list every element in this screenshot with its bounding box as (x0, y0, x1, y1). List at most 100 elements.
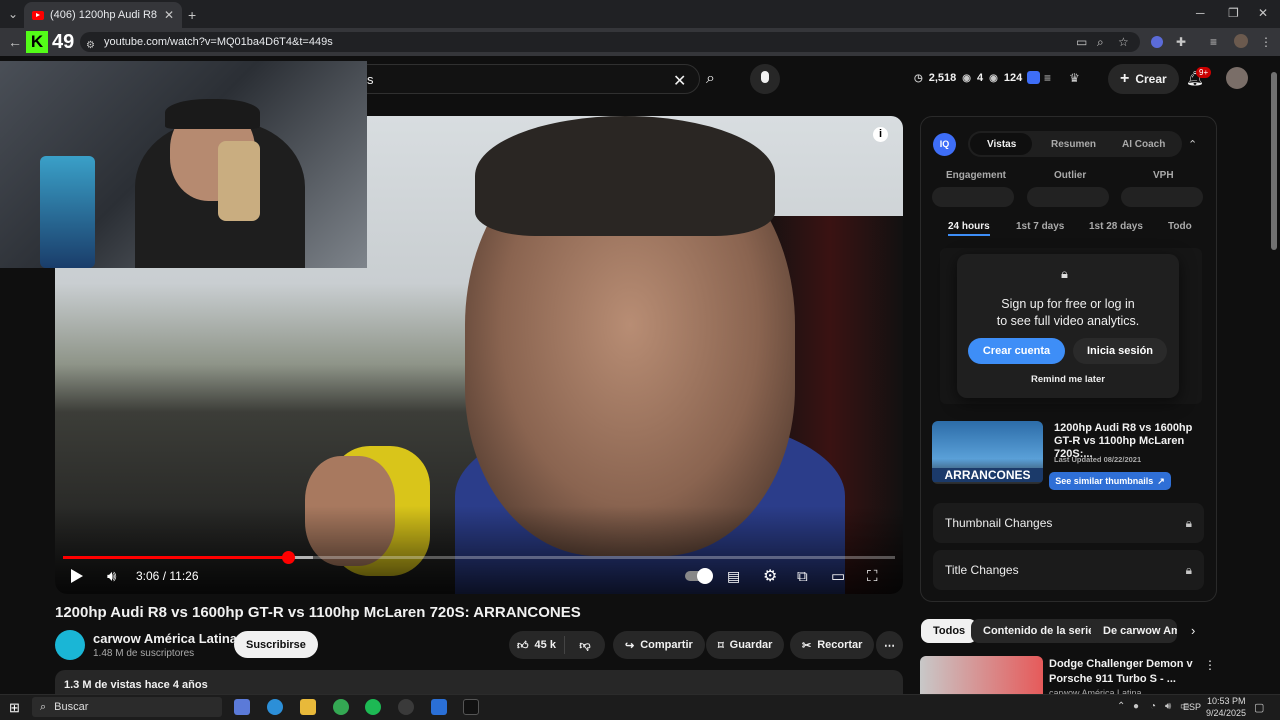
bookmark-star-icon[interactable]: ☆ (1118, 35, 1129, 49)
windows-start-icon[interactable]: ⊞ (9, 700, 20, 716)
new-tab-icon[interactable]: + (188, 7, 196, 23)
range-7d[interactable]: 1st 7 days (1016, 221, 1064, 232)
zoom-icon[interactable]: ⌕ (1097, 35, 1104, 50)
list-icon[interactable]: ≡ (1044, 71, 1051, 85)
more-actions-button[interactable]: ⋯ (876, 631, 903, 659)
kick-logo: K (26, 31, 48, 53)
account-avatar[interactable] (1226, 67, 1248, 89)
range-28d[interactable]: 1st 28 days (1089, 221, 1143, 232)
tray-mic-icon[interactable]: ● (1133, 701, 1139, 712)
info-icon[interactable]: i (873, 127, 888, 142)
theater-button[interactable]: ▭ (831, 564, 845, 588)
media-icon[interactable]: ≡ (1210, 35, 1217, 49)
tray-chevron-icon[interactable]: ⌃ (1117, 701, 1125, 712)
search-icon[interactable]: ⌕ (706, 70, 715, 88)
explorer-icon[interactable] (300, 699, 316, 715)
obs-icon[interactable] (398, 699, 414, 715)
close-tab-icon[interactable]: ✕ (164, 8, 174, 22)
app-icon[interactable] (431, 699, 447, 715)
share-button[interactable]: ↪ Compartir (613, 631, 705, 659)
taskbar-search[interactable]: ⌕ Buscar (32, 697, 222, 717)
remind-later-link[interactable]: Remind me later (957, 374, 1179, 385)
tab-vistas[interactable]: Vistas (987, 139, 1016, 150)
tab-ai-coach[interactable]: AI Coach (1122, 139, 1165, 150)
external-link-icon: ↗ (1157, 475, 1165, 486)
profile-avatar[interactable] (1234, 34, 1248, 48)
volume-button[interactable]: 🔊︎ (107, 564, 116, 588)
close-window-icon[interactable]: ✕ (1258, 6, 1268, 20)
lock-icon: 🔒︎ (1185, 562, 1192, 577)
subscribe-button[interactable]: Suscribirse (234, 631, 318, 658)
notification-center-icon[interactable]: ▢ (1254, 701, 1264, 714)
chrome-icon[interactable] (333, 699, 349, 715)
cod-icon[interactable] (463, 699, 479, 715)
range-all[interactable]: Todo (1168, 221, 1192, 232)
chevron-right-icon[interactable]: › (1191, 623, 1195, 638)
gear-icon: ⚙ (763, 568, 778, 585)
related-thumbnail[interactable] (920, 656, 1043, 694)
related-menu-icon[interactable]: ⋮ (1204, 658, 1216, 672)
edge-icon[interactable] (267, 699, 283, 715)
dislike-button[interactable]: 👎︎ (565, 639, 605, 652)
clip-button[interactable]: ✂ Recortar (790, 631, 875, 659)
miniplayer-button[interactable]: ⧉ (797, 564, 808, 588)
speaker-icon[interactable]: 🔊︎ (1165, 701, 1171, 712)
search-input[interactable]: s ✕ (360, 64, 700, 94)
autoplay-toggle[interactable] (685, 564, 713, 588)
lock-icon: 🔒︎ (1061, 266, 1068, 281)
subtitles-button[interactable]: ▤ (727, 564, 740, 588)
play-button[interactable] (71, 564, 83, 588)
title-changes-row[interactable]: Title Changes 🔒︎ (933, 550, 1204, 590)
tray-language[interactable]: ESP (1183, 702, 1201, 712)
fullscreen-button[interactable]: ⛶ (867, 564, 878, 588)
minimize-icon[interactable]: ─ (1196, 6, 1205, 20)
copilot-icon[interactable] (234, 699, 250, 715)
like-button[interactable]: 👍︎ 45 k (509, 636, 565, 654)
channel-name[interactable]: carwow América Latina (93, 631, 237, 646)
url-field[interactable]: ⚙ youtube.com/watch?v=MQ01ba4D6T4&t=449s (80, 32, 1140, 52)
extensions-puzzle-icon[interactable]: ✚ (1176, 35, 1186, 49)
voice-search-button[interactable] (750, 64, 780, 94)
create-account-button[interactable]: Crear cuenta (968, 338, 1065, 364)
spotify-icon[interactable] (365, 699, 381, 715)
thumbnail-changes-row[interactable]: Thumbnail Changes 🔒︎ (933, 503, 1204, 543)
extension-icon[interactable] (1151, 36, 1163, 48)
network-icon[interactable]: ◔ (1150, 701, 1156, 712)
scrubber-handle[interactable] (281, 551, 295, 564)
channel-avatar[interactable] (55, 630, 85, 660)
site-info-icon[interactable]: ⚙ (86, 36, 95, 56)
tab-list-icon[interactable]: ⌄ (6, 7, 20, 21)
back-icon[interactable]: ← (8, 34, 22, 50)
eye-icon: ◉ (962, 72, 971, 84)
phone (218, 141, 260, 221)
progress-bar[interactable] (63, 551, 895, 564)
tray-time[interactable]: 10:53 PM (1207, 696, 1246, 706)
similar-thumbnails-button[interactable]: See similar thumbnails ↗ (1049, 472, 1171, 490)
description-box[interactable]: 1.3 M de vistas hace 4 años (55, 670, 903, 694)
trophy-icon[interactable]: ♛ (1069, 71, 1080, 85)
browser-tab[interactable]: (406) 1200hp Audi R8 vs 1600hp GT-R vs 1… (24, 2, 182, 28)
menu-kebab-icon[interactable]: ⋮ (1260, 35, 1272, 49)
login-button[interactable]: Inicia sesión (1073, 338, 1167, 364)
chip-todos[interactable]: Todos (921, 619, 978, 643)
create-button[interactable]: + Crear (1108, 64, 1179, 94)
clear-search-icon[interactable]: ✕ (673, 71, 686, 91)
view-meta: 1.3 M de vistas hace 4 años (64, 679, 208, 691)
range-24h[interactable]: 24 hours (948, 221, 990, 236)
vidiq-icon[interactable] (1027, 71, 1040, 84)
settings-button[interactable]: ⚙ (763, 564, 777, 588)
like-count: 45 k (534, 639, 556, 651)
page-scrollbar-thumb[interactable] (1271, 72, 1277, 250)
thumbnail-preview[interactable]: ARRANCONES (932, 421, 1043, 484)
tab-resumen[interactable]: Resumen (1051, 139, 1096, 150)
chip-channel[interactable]: De carwow Amé (1091, 619, 1177, 643)
related-title[interactable]: Dodge Challenger Demon v Porsche 911 Tur… (1049, 657, 1199, 687)
collapse-icon[interactable]: ⌃ (1188, 138, 1197, 151)
save-button[interactable]: ⌑ Guardar (706, 631, 785, 659)
time-display: 3:06 / 11:26 (136, 569, 199, 583)
tray-date[interactable]: 9/24/2025 (1206, 708, 1246, 718)
restore-icon[interactable]: ❐ (1228, 6, 1239, 20)
cast-icon[interactable]: ▭ (1076, 35, 1087, 49)
chip-serie[interactable]: Contenido de la serie (971, 619, 1107, 643)
search-icon: ⌕ (40, 700, 47, 713)
